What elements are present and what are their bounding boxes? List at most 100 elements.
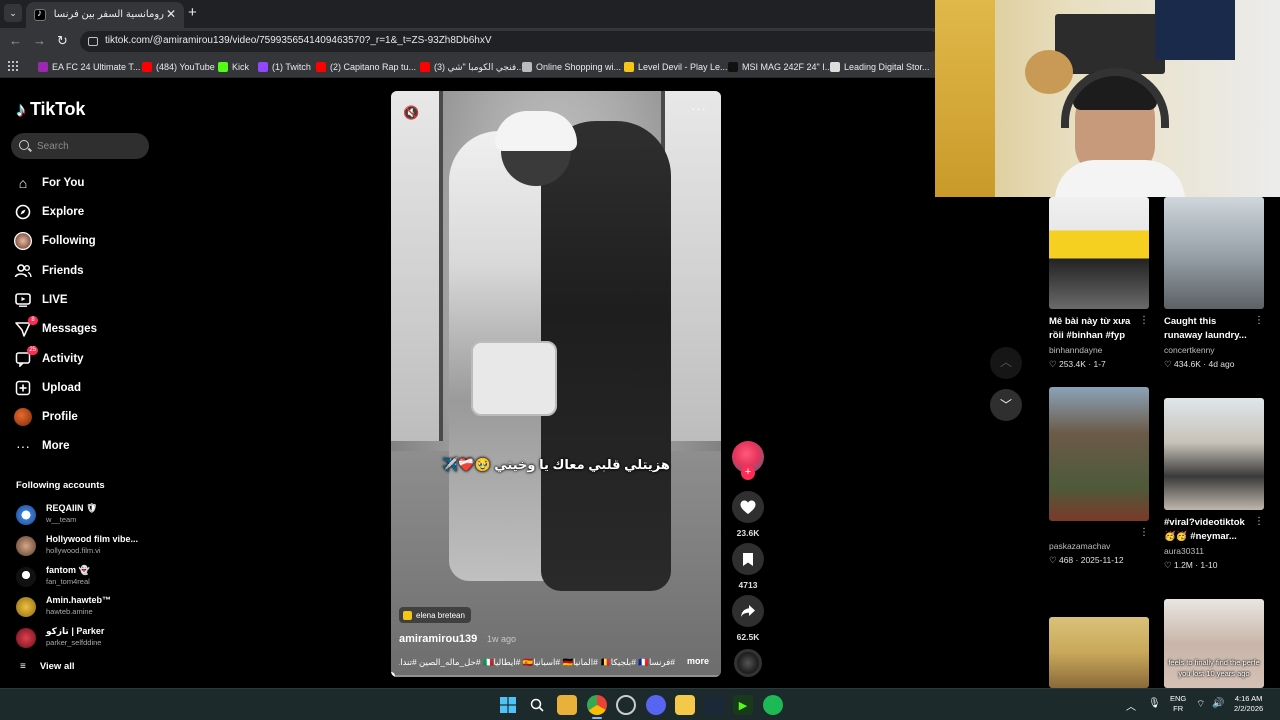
file-explorer-icon[interactable] (557, 695, 577, 715)
microphone-icon[interactable]: 🎙 (1148, 698, 1161, 709)
description-more-link[interactable]: more (687, 656, 709, 666)
card-author[interactable]: binhanndayne (1049, 345, 1149, 355)
video-more-options-icon[interactable]: ··· (691, 101, 707, 116)
video-thumbnail[interactable] (1164, 398, 1264, 510)
follow-plus-icon[interactable]: + (741, 466, 755, 480)
following-account[interactable]: Hollywood film vibe... hollywood.film.vi (16, 533, 156, 559)
bookmark-item[interactable]: Level Devil - Play Le... (624, 60, 728, 74)
card-more-icon[interactable]: ⋮ (1139, 527, 1149, 538)
bookmark-item[interactable]: (3) فنجي الكومبا "شي... (420, 60, 524, 74)
site-info-icon[interactable] (88, 37, 98, 46)
bookmark-item[interactable]: (2) Capitano Rap tu... (316, 60, 416, 74)
following-account[interactable]: fantom 👻 fan_tom4real (16, 564, 156, 590)
card-meta: ♡ 434.6K · 4d ago (1164, 359, 1235, 369)
following-account[interactable]: Amin.hawteb™ hawteb.amine (16, 594, 156, 620)
bookmark-item[interactable]: Kick (218, 60, 249, 74)
video-thumbnail[interactable] (1049, 197, 1149, 309)
share-button[interactable] (732, 595, 764, 627)
nav-live[interactable]: LIVE (14, 288, 154, 312)
reload-button[interactable]: ↻ (57, 34, 68, 48)
discord-icon[interactable] (646, 695, 666, 715)
nav-explore[interactable]: Explore (14, 200, 154, 224)
video-player[interactable]: 🔇 ··· هزيتلي قلبي معاك يا وخيتي 🥹❤️‍🩹✈️ … (391, 91, 721, 677)
like-button[interactable] (732, 491, 764, 523)
next-video-button[interactable]: ﹀ (990, 389, 1022, 421)
tray-overflow-icon[interactable]: ︿ (1126, 698, 1136, 713)
card-title[interactable]: Mê bài này từ xưa rồii #binhan #fyp (1049, 315, 1149, 343)
sound-tag[interactable]: elena bretean (399, 607, 471, 623)
card-author[interactable]: aura30311 (1164, 546, 1264, 556)
nav-for-you[interactable]: ⌂ For You (14, 171, 154, 195)
browser-tab-active[interactable]: رومانسية السفر بين فرنسا وبلجيكا ✕ (26, 2, 184, 28)
recommended-video-card[interactable] (1049, 617, 1149, 688)
search-box[interactable] (11, 133, 149, 159)
sound-disc[interactable] (734, 649, 762, 677)
new-tab-button[interactable]: + (188, 5, 197, 20)
url-omnibox[interactable]: tiktok.com/@amiramirou139/video/75993565… (80, 31, 940, 52)
forward-button[interactable]: → (33, 34, 46, 48)
nav-friends[interactable]: Friends (14, 259, 154, 283)
search-input[interactable] (37, 138, 142, 154)
bookmark-item[interactable]: (484) YouTube (142, 60, 215, 74)
nav-more[interactable]: ··· More (14, 434, 154, 458)
bookmark-favicon-icon (258, 62, 268, 72)
bookmark-item[interactable]: MSI MAG 242F 24" I... (728, 60, 832, 74)
video-thumbnail[interactable] (1049, 617, 1149, 688)
sticky-notes-icon[interactable] (675, 695, 695, 715)
following-account[interactable]: REQAIIN 🛡 w__team (16, 502, 156, 528)
recommended-video-card[interactable]: feels to finally find the perfe you lost… (1164, 599, 1264, 688)
card-more-icon[interactable]: ⋮ (1254, 516, 1264, 527)
chrome-icon[interactable] (587, 695, 607, 715)
mute-icon[interactable]: 🔇 (403, 105, 419, 121)
bookmark-item[interactable]: EA FC 24 Ultimate T... (38, 60, 140, 74)
apps-grid-icon[interactable] (8, 61, 18, 71)
video-thumbnail[interactable] (1164, 197, 1264, 309)
start-button[interactable] (498, 695, 518, 715)
nav-messages[interactable]: 8 Messages (14, 316, 154, 341)
activity-badge: 25 (27, 346, 38, 355)
card-author[interactable]: concertkenny (1164, 345, 1264, 355)
nav-following[interactable]: Following (14, 229, 154, 253)
video-progress-bar[interactable] (391, 672, 721, 677)
card-title[interactable]: Caught this runaway laundry... (1164, 315, 1264, 343)
nav-activity[interactable]: 25 Activity (14, 346, 154, 371)
tab-close-icon[interactable]: ✕ (166, 7, 176, 21)
recommended-video-card[interactable]: Caught this runaway laundry... ⋮ concert… (1164, 197, 1264, 370)
sound-icon (403, 610, 412, 620)
card-more-icon[interactable]: ⋮ (1139, 315, 1149, 326)
back-button[interactable]: ← (9, 34, 22, 48)
nav-upload[interactable]: Upload (14, 376, 154, 400)
tiktok-logo[interactable]: ♪ TikTok (16, 99, 85, 120)
video-thumbnail[interactable]: feels to finally find the perfe you lost… (1164, 599, 1264, 688)
following-account[interactable]: تازكو | Parker parker_selfddine (16, 625, 156, 651)
video-hashtags[interactable]: #فرنسا🇨🇵 #بلجيكا🇧🇪 #المانيا🇩🇪 #اسبانيا🇪🇸… (399, 657, 675, 668)
clock[interactable]: 4:16 AM 2/2/2026 (1234, 694, 1263, 714)
gamebar-icon[interactable]: ▶ (733, 695, 753, 715)
search-taskbar-icon[interactable] (527, 695, 547, 715)
card-author[interactable]: paskazamachav (1049, 541, 1149, 551)
compass-icon (14, 203, 32, 221)
bookmark-item[interactable]: Online Shopping wi... (522, 60, 621, 74)
video-author[interactable]: amiramirou139 (399, 633, 477, 645)
card-more-icon[interactable]: ⋮ (1254, 315, 1264, 326)
card-title[interactable]: #viral?videotiktok 🥳🥳 #neymar... (1164, 516, 1264, 544)
language-indicator[interactable]: ENG FR (1170, 694, 1186, 714)
steam-icon[interactable] (704, 695, 724, 715)
tab-search-button[interactable]: ⌄ (4, 4, 22, 22)
bookmark-item[interactable]: Leading Digital Stor... (830, 60, 930, 74)
volume-icon[interactable]: 🔊 (1212, 698, 1224, 709)
github-desktop-icon[interactable] (616, 695, 636, 715)
wifi-icon[interactable]: ⌔ (1196, 698, 1205, 711)
recommended-video-card[interactable]: ⋮ paskazamachav ♡ 468 · 2025-11-12 (1049, 387, 1149, 566)
view-all-button[interactable]: ≡ View all (20, 661, 75, 672)
recommended-video-card[interactable]: #viral?videotiktok 🥳🥳 #neymar... ⋮ aura3… (1164, 398, 1264, 571)
spotify-icon[interactable] (763, 695, 783, 715)
url-text[interactable]: tiktok.com/@amiramirou139/video/75993565… (105, 35, 492, 46)
save-button[interactable] (732, 543, 764, 575)
bookmark-favicon-icon (218, 62, 228, 72)
video-thumbnail[interactable] (1049, 387, 1149, 521)
bookmark-item[interactable]: (1) Twitch (258, 60, 311, 74)
previous-video-button[interactable]: ︿ (990, 347, 1022, 379)
nav-profile[interactable]: Profile (14, 405, 154, 429)
recommended-video-card[interactable]: Mê bài này từ xưa rồii #binhan #fyp ⋮ bi… (1049, 197, 1149, 370)
